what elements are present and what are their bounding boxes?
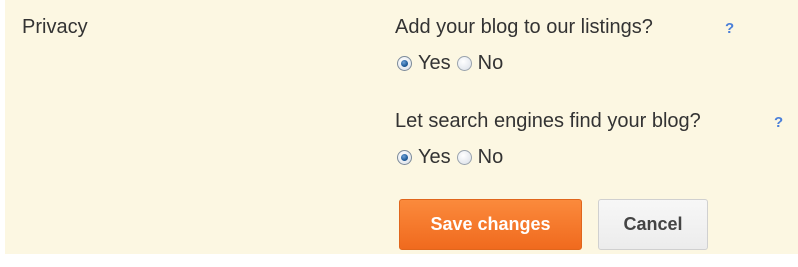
- listing-question: Add your blog to our listings?: [395, 16, 653, 38]
- search-question: Let search engines find your blog?: [395, 110, 701, 132]
- listing-yes-label[interactable]: Yes: [418, 52, 451, 75]
- search-yes-label[interactable]: Yes: [418, 146, 451, 169]
- cancel-button[interactable]: Cancel: [598, 199, 708, 250]
- search-yes-radio[interactable]: [397, 149, 412, 165]
- search-no-radio[interactable]: [456, 149, 472, 165]
- listing-radio-group: Yes No: [397, 50, 509, 76]
- search-help-link[interactable]: ?: [774, 114, 783, 131]
- listing-no-label[interactable]: No: [478, 52, 504, 75]
- listing-yes-radio[interactable]: [397, 55, 412, 71]
- search-no-label[interactable]: No: [478, 146, 504, 169]
- section-label: Privacy: [22, 16, 88, 38]
- listing-no-radio[interactable]: [456, 55, 472, 71]
- listing-help-link[interactable]: ?: [725, 20, 734, 37]
- privacy-settings-panel: Privacy Add your blog to our listings? ?…: [5, 0, 798, 254]
- save-changes-button[interactable]: Save changes: [399, 199, 582, 250]
- search-radio-group: Yes No: [397, 144, 509, 170]
